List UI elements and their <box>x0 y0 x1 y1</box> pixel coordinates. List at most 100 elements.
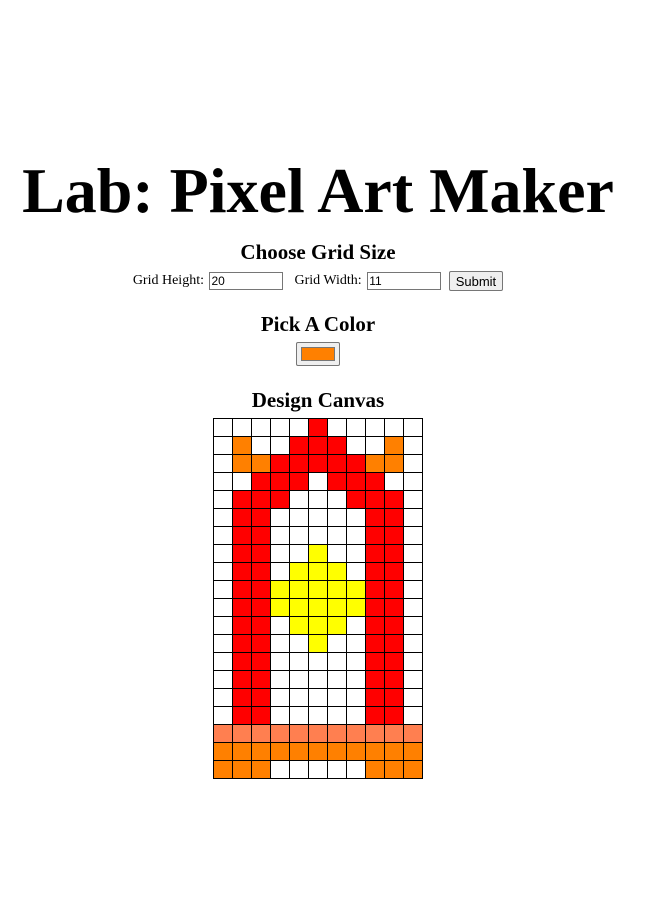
canvas-cell[interactable] <box>308 454 328 473</box>
canvas-cell[interactable] <box>346 634 366 653</box>
canvas-cell[interactable] <box>213 616 233 635</box>
canvas-cell[interactable] <box>232 472 252 491</box>
canvas-cell[interactable] <box>270 652 290 671</box>
canvas-cell[interactable] <box>213 706 233 725</box>
canvas-cell[interactable] <box>365 472 385 491</box>
canvas-cell[interactable] <box>308 580 328 599</box>
canvas-cell[interactable] <box>327 580 347 599</box>
canvas-cell[interactable] <box>270 508 290 527</box>
canvas-cell[interactable] <box>403 580 423 599</box>
color-picker[interactable] <box>296 342 340 366</box>
canvas-cell[interactable] <box>251 418 271 437</box>
canvas-cell[interactable] <box>251 454 271 473</box>
canvas-cell[interactable] <box>327 634 347 653</box>
canvas-cell[interactable] <box>365 688 385 707</box>
canvas-cell[interactable] <box>346 454 366 473</box>
canvas-cell[interactable] <box>289 598 309 617</box>
canvas-cell[interactable] <box>270 472 290 491</box>
canvas-cell[interactable] <box>346 562 366 581</box>
canvas-cell[interactable] <box>384 742 404 761</box>
canvas-cell[interactable] <box>213 760 233 779</box>
canvas-cell[interactable] <box>365 706 385 725</box>
canvas-cell[interactable] <box>213 688 233 707</box>
canvas-cell[interactable] <box>232 688 252 707</box>
canvas-cell[interactable] <box>327 436 347 455</box>
canvas-cell[interactable] <box>213 472 233 491</box>
canvas-cell[interactable] <box>384 454 404 473</box>
canvas-cell[interactable] <box>213 436 233 455</box>
canvas-cell[interactable] <box>384 634 404 653</box>
canvas-cell[interactable] <box>213 580 233 599</box>
canvas-cell[interactable] <box>403 454 423 473</box>
canvas-cell[interactable] <box>308 742 328 761</box>
canvas-cell[interactable] <box>289 688 309 707</box>
canvas-cell[interactable] <box>232 418 252 437</box>
canvas-cell[interactable] <box>403 526 423 545</box>
canvas-cell[interactable] <box>327 688 347 707</box>
canvas-cell[interactable] <box>403 760 423 779</box>
canvas-cell[interactable] <box>251 580 271 599</box>
canvas-cell[interactable] <box>327 760 347 779</box>
canvas-cell[interactable] <box>232 760 252 779</box>
canvas-cell[interactable] <box>308 706 328 725</box>
canvas-cell[interactable] <box>213 670 233 689</box>
canvas-cell[interactable] <box>403 634 423 653</box>
canvas-cell[interactable] <box>213 544 233 563</box>
canvas-cell[interactable] <box>232 742 252 761</box>
canvas-cell[interactable] <box>270 634 290 653</box>
canvas-cell[interactable] <box>384 562 404 581</box>
canvas-cell[interactable] <box>232 652 252 671</box>
canvas-cell[interactable] <box>251 688 271 707</box>
canvas-cell[interactable] <box>365 562 385 581</box>
canvas-cell[interactable] <box>251 706 271 725</box>
canvas-cell[interactable] <box>251 508 271 527</box>
canvas-cell[interactable] <box>251 544 271 563</box>
canvas-cell[interactable] <box>403 418 423 437</box>
canvas-cell[interactable] <box>289 490 309 509</box>
canvas-cell[interactable] <box>289 652 309 671</box>
canvas-cell[interactable] <box>384 580 404 599</box>
canvas-cell[interactable] <box>289 418 309 437</box>
canvas-cell[interactable] <box>251 490 271 509</box>
canvas-cell[interactable] <box>213 724 233 743</box>
canvas-cell[interactable] <box>327 742 347 761</box>
canvas-cell[interactable] <box>308 670 328 689</box>
canvas-cell[interactable] <box>327 670 347 689</box>
canvas-cell[interactable] <box>403 652 423 671</box>
canvas-cell[interactable] <box>346 724 366 743</box>
canvas-cell[interactable] <box>289 670 309 689</box>
canvas-cell[interactable] <box>308 652 328 671</box>
canvas-cell[interactable] <box>327 472 347 491</box>
canvas-cell[interactable] <box>365 724 385 743</box>
canvas-cell[interactable] <box>270 724 290 743</box>
canvas-cell[interactable] <box>232 526 252 545</box>
canvas-cell[interactable] <box>403 724 423 743</box>
canvas-cell[interactable] <box>384 688 404 707</box>
canvas-cell[interactable] <box>308 418 328 437</box>
canvas-cell[interactable] <box>346 508 366 527</box>
canvas-cell[interactable] <box>327 490 347 509</box>
canvas-cell[interactable] <box>289 760 309 779</box>
canvas-cell[interactable] <box>365 760 385 779</box>
canvas-cell[interactable] <box>308 436 328 455</box>
canvas-cell[interactable] <box>270 688 290 707</box>
canvas-cell[interactable] <box>384 508 404 527</box>
canvas-cell[interactable] <box>327 526 347 545</box>
canvas-cell[interactable] <box>213 742 233 761</box>
canvas-cell[interactable] <box>346 490 366 509</box>
canvas-cell[interactable] <box>270 760 290 779</box>
canvas-cell[interactable] <box>384 526 404 545</box>
canvas-cell[interactable] <box>365 742 385 761</box>
canvas-cell[interactable] <box>289 742 309 761</box>
canvas-cell[interactable] <box>346 670 366 689</box>
canvas-cell[interactable] <box>289 454 309 473</box>
canvas-cell[interactable] <box>327 652 347 671</box>
canvas-cell[interactable] <box>232 616 252 635</box>
canvas-cell[interactable] <box>289 706 309 725</box>
canvas-cell[interactable] <box>384 418 404 437</box>
canvas-cell[interactable] <box>346 418 366 437</box>
canvas-cell[interactable] <box>232 544 252 563</box>
canvas-cell[interactable] <box>251 526 271 545</box>
canvas-cell[interactable] <box>346 706 366 725</box>
canvas-cell[interactable] <box>403 472 423 491</box>
